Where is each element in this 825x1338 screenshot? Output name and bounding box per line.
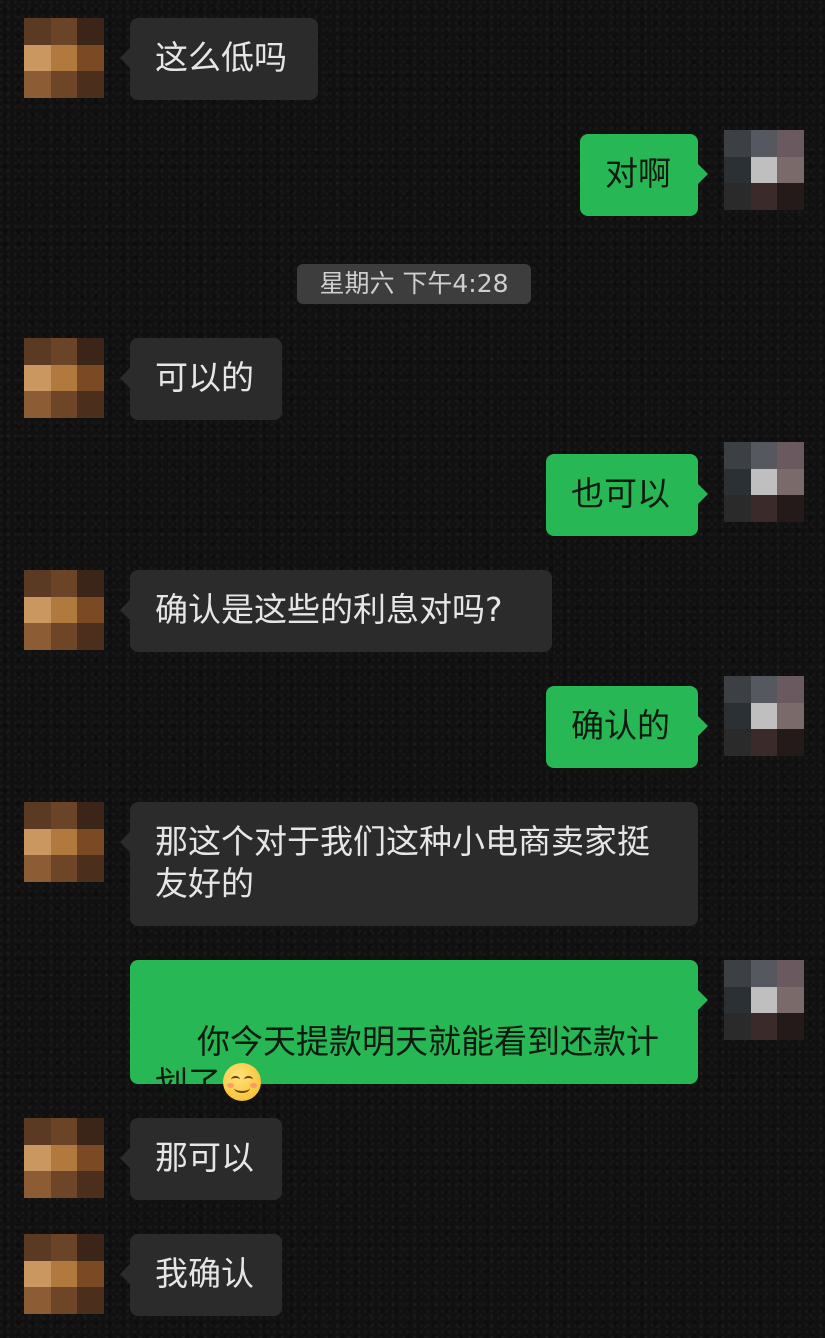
incoming-message[interactable]: 那这个对于我们这种小电商卖家挺友好的: [120, 802, 698, 926]
incoming-message[interactable]: 可以的: [120, 338, 282, 420]
outgoing-message[interactable]: 确认的: [546, 686, 708, 768]
user-avatar[interactable]: [724, 960, 804, 1040]
smiling-face-emoji-icon: [223, 1063, 261, 1101]
contact-avatar[interactable]: [24, 18, 104, 98]
outgoing-message[interactable]: 也可以: [546, 454, 708, 536]
contact-avatar[interactable]: [24, 338, 104, 418]
incoming-message[interactable]: 这么低吗: [120, 18, 318, 100]
user-avatar[interactable]: [724, 676, 804, 756]
incoming-message[interactable]: 那可以: [120, 1118, 282, 1200]
user-avatar[interactable]: [724, 442, 804, 522]
timestamp-divider: 星期六 下午4:28: [297, 264, 531, 304]
contact-avatar[interactable]: [24, 802, 104, 882]
contact-avatar[interactable]: [24, 1118, 104, 1198]
outgoing-message[interactable]: 你今天提款明天就能看到还款计划了: [130, 960, 708, 1103]
incoming-message[interactable]: 我确认: [120, 1234, 282, 1316]
contact-avatar[interactable]: [24, 570, 104, 650]
contact-avatar[interactable]: [24, 1234, 104, 1314]
chat-history[interactable]: 这么低吗 对啊 星期六 下午4:28 可以的 也可以 确认是这些的利息对吗? 确…: [0, 0, 825, 1338]
incoming-message[interactable]: 确认是这些的利息对吗?: [120, 570, 552, 652]
outgoing-message[interactable]: 对啊: [580, 134, 708, 216]
user-avatar[interactable]: [724, 130, 804, 210]
